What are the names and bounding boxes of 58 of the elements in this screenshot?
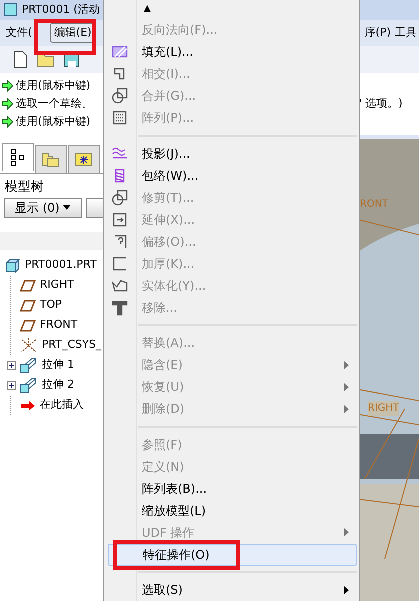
navigator-tab[interactable]	[2, 143, 34, 171]
tree-item[interactable]: RIGHT	[40, 277, 74, 294]
folders-icon	[42, 152, 60, 168]
submenu-arrow-icon	[344, 382, 349, 392]
tree-item[interactable]: TOP	[40, 297, 62, 314]
tree-item[interactable]: PRT_CSYS_	[42, 337, 102, 354]
panel-title: 模型树	[4, 179, 45, 197]
document-icon	[14, 50, 28, 68]
extruded-box-icon	[20, 358, 38, 374]
overlapping-shapes-icon	[111, 87, 129, 106]
parallelogram-icon	[20, 300, 36, 312]
overlapping-shapes-icon	[111, 188, 129, 207]
arrow-icon	[2, 116, 14, 128]
parallelogram-icon	[20, 320, 36, 332]
submenu-arrow-icon	[344, 528, 349, 538]
extruded-box-icon	[20, 378, 38, 394]
menu-item[interactable]: 序(P)	[362, 23, 393, 44]
menu-item[interactable]: 填充(L)...	[136, 41, 357, 64]
arrow-icon	[2, 80, 14, 92]
star-folder-icon	[75, 152, 93, 166]
axes-icon	[20, 338, 38, 354]
scroll-up-arrow[interactable]: ▲	[144, 2, 151, 16]
window-title: PRT0001 (活动	[22, 2, 100, 18]
message-text: 使用(鼠标中键)	[16, 114, 91, 130]
menu-item[interactable]: 缩放模型(L)	[136, 500, 357, 522]
submenu-arrow-icon	[344, 360, 349, 370]
menu-item[interactable]: 工具	[393, 23, 419, 44]
tree-item[interactable]: PRT0001.PRT	[25, 257, 97, 274]
tree-item[interactable]: FRONT	[40, 317, 78, 334]
settings-dropdown[interactable]	[86, 198, 105, 218]
bracket-icon	[111, 254, 129, 273]
show-dropdown[interactable]: 显示 (0)	[4, 198, 82, 218]
submenu-arrow-icon	[344, 404, 349, 414]
tree-icon	[11, 148, 25, 166]
tree-item[interactable]: 在此插入	[40, 397, 84, 414]
menu-item[interactable]: 文件(	[4, 23, 34, 44]
message-text: 使用(鼠标中键)	[16, 78, 91, 94]
menu-item[interactable]: 选取(S)	[136, 579, 357, 601]
submenu-arrow-icon	[344, 586, 349, 595]
t-bar-icon	[111, 298, 129, 317]
menu-item[interactable]: 包络(W)...	[136, 164, 357, 187]
menu-item[interactable]: 特征操作(O)	[108, 544, 357, 566]
menu-item[interactable]: 阵列表(B)...	[136, 478, 357, 500]
tree-item[interactable]: 拉伸 2	[42, 377, 74, 394]
tree-item[interactable]: 拉伸 1	[42, 357, 74, 374]
plus-icon[interactable]	[6, 361, 16, 370]
message-text: 选取一个草绘。	[16, 96, 93, 112]
plane-label: RONT	[360, 198, 388, 212]
navigator-tab[interactable]	[68, 145, 100, 173]
plane-label: RIGHT	[368, 401, 400, 416]
arrow-icon	[20, 400, 36, 412]
parallelogram-icon	[20, 280, 36, 292]
menu-item[interactable]: 投影(J)...	[136, 142, 357, 165]
box-arrow-icon	[111, 210, 129, 229]
plus-icon[interactable]	[6, 381, 16, 390]
grid-icon	[111, 109, 129, 128]
caret-icon	[62, 205, 71, 210]
arrow-icon	[2, 98, 14, 110]
